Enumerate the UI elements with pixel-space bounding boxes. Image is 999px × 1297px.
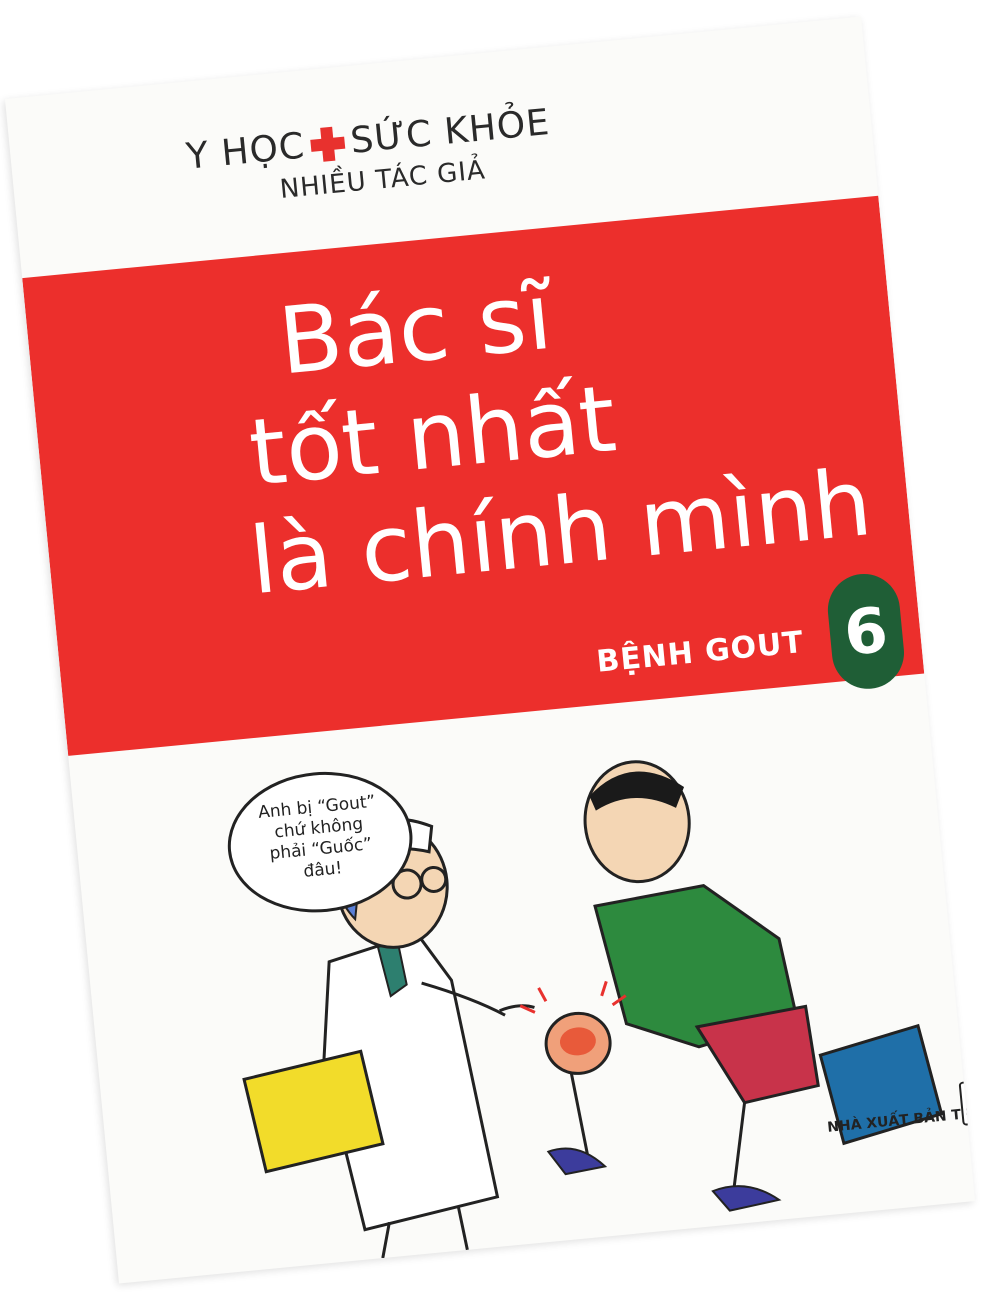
red-cross-icon: [309, 125, 346, 162]
book-title: Bác sĩ tốt nhất là chính mình: [225, 234, 876, 616]
series-right: SỨC KHỎE: [348, 101, 552, 162]
page: Y HỌC SỨC KHỎE NHIỀU TÁC GIẢ Bác sĩ tốt …: [0, 0, 999, 1297]
cartoon-illustration: [242, 760, 944, 1259]
series-left: Y HỌC: [184, 125, 307, 178]
patient-figure: [519, 760, 944, 1212]
book-cover: Y HỌC SỨC KHỎE NHIỀU TÁC GIẢ Bác sĩ tốt …: [4, 16, 976, 1284]
